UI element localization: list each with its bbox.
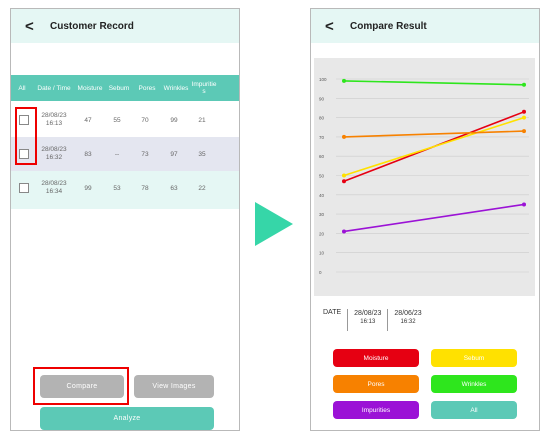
y-tick-label: 80 xyxy=(319,116,325,121)
time-value: 16:32 xyxy=(400,319,416,325)
y-tick-label: 100 xyxy=(319,77,327,82)
column-sebum: Sebum xyxy=(108,84,130,92)
data-point-impurities xyxy=(522,202,526,207)
row-impurities: 22 xyxy=(198,184,206,192)
date-value: 28/08/23 xyxy=(354,310,382,317)
data-point-pores xyxy=(522,129,526,134)
column-pores: Pores xyxy=(138,84,156,92)
customer-record-screen: < Customer Record All Date / Time Moistu… xyxy=(10,8,240,431)
y-tick-label: 70 xyxy=(319,135,325,140)
series-line-wrinkles xyxy=(343,80,525,86)
series-line-sebum xyxy=(343,116,525,177)
column-all[interactable]: All xyxy=(11,85,33,92)
series-line-impurities xyxy=(343,203,525,233)
y-tick-label: 30 xyxy=(319,212,325,217)
column-wrinkles: Wrinkles xyxy=(163,84,189,92)
y-tick-label: 40 xyxy=(319,193,325,198)
series-line-pores xyxy=(343,130,525,138)
data-point-pores xyxy=(342,134,346,139)
row-moisture: 47 xyxy=(84,116,92,124)
pores-button[interactable]: Pores xyxy=(333,375,419,393)
row-sebum: 53 xyxy=(113,184,121,192)
y-tick-label: 10 xyxy=(319,251,325,256)
date-cell: 28/06/23 16:32 xyxy=(394,309,421,327)
date-label: DATE xyxy=(323,309,342,316)
data-point-moisture xyxy=(342,179,346,184)
compare-highlight xyxy=(33,367,129,405)
compare-line-chart: 1009080706050403020100 xyxy=(319,77,529,275)
date-separator xyxy=(347,309,349,331)
date-separator xyxy=(387,309,389,331)
all-button[interactable]: All xyxy=(431,401,517,419)
moisture-button[interactable]: Moisture xyxy=(333,349,419,367)
row-pores: 78 xyxy=(141,184,149,192)
row-moisture: 99 xyxy=(84,184,92,192)
checkbox-highlight xyxy=(15,107,37,165)
page-title: Compare Result xyxy=(350,20,427,32)
customer-record-header: < Customer Record xyxy=(11,9,239,43)
analyze-button[interactable]: Analyze xyxy=(40,407,214,430)
y-tick-label: 60 xyxy=(319,154,325,159)
data-point-impurities xyxy=(342,229,346,234)
row-wrinkles: 97 xyxy=(170,150,178,158)
transition-arrow-icon xyxy=(255,202,293,246)
data-point-moisture xyxy=(522,109,526,114)
y-tick-label: 20 xyxy=(319,231,325,236)
compare-result-header: < Compare Result xyxy=(311,9,539,43)
time-value: 16:13 xyxy=(360,319,376,325)
column-moisture: Moisture xyxy=(77,84,103,92)
date-cell: 28/08/23 16:13 xyxy=(354,309,381,327)
y-tick-label: 50 xyxy=(319,174,325,179)
row-checkbox[interactable] xyxy=(19,183,29,193)
wrinkles-button[interactable]: Wrinkles xyxy=(431,375,517,393)
view-images-button[interactable]: View Images xyxy=(134,375,214,398)
column-date-time: Date / Time xyxy=(37,84,71,92)
data-point-wrinkles xyxy=(522,82,526,87)
row-pores: 70 xyxy=(141,116,149,124)
row-wrinkles: 99 xyxy=(170,116,178,124)
table-row[interactable]: 28/08/23 16:13 47 55 70 99 21 xyxy=(11,103,239,137)
back-button[interactable]: < xyxy=(325,18,341,35)
page-title: Customer Record xyxy=(50,20,134,32)
table-row[interactable]: 28/08/23 16:34 99 53 78 63 22 xyxy=(11,171,239,205)
row-sebum: 55 xyxy=(113,116,121,124)
impurities-button[interactable]: Impurities xyxy=(333,401,419,419)
row-date-time: 28/08/23 16:13 xyxy=(41,112,67,127)
row-impurities: 21 xyxy=(198,116,206,124)
data-point-wrinkles xyxy=(342,78,346,83)
table-row[interactable]: 28/08/23 16:32 83 -- 73 97 35 xyxy=(11,137,239,171)
row-pores: 73 xyxy=(141,150,149,158)
date-row: DATE 28/08/23 16:13 28/06/23 16:32 xyxy=(323,309,422,331)
row-impurities: 35 xyxy=(198,150,206,158)
row-moisture: 83 xyxy=(84,150,92,158)
y-tick-label: 90 xyxy=(319,96,325,101)
date-value: 28/06/23 xyxy=(394,310,422,317)
data-point-sebum xyxy=(522,115,526,120)
row-date-time: 28/08/23 16:34 xyxy=(41,180,67,195)
data-point-sebum xyxy=(342,173,346,178)
compare-chart: 100 90 80 70 60 50 40 30 20 10 0 xyxy=(314,58,535,296)
back-button[interactable]: < xyxy=(25,18,41,35)
table-header: All Date / Time Moisture Sebum Pores Wri… xyxy=(11,75,239,101)
table-bottom-strip xyxy=(11,205,239,209)
compare-result-screen: < Compare Result 100 90 80 70 60 50 40 30 20 10 0 … xyxy=(310,8,540,431)
y-tick-label: 0 xyxy=(319,270,322,275)
row-date-time: 28/08/23 16:32 xyxy=(41,146,67,161)
row-sebum: -- xyxy=(114,150,120,158)
column-impurities: Impurities xyxy=(191,81,217,95)
row-wrinkles: 63 xyxy=(170,184,178,192)
sebum-button[interactable]: Sebum xyxy=(431,349,517,367)
